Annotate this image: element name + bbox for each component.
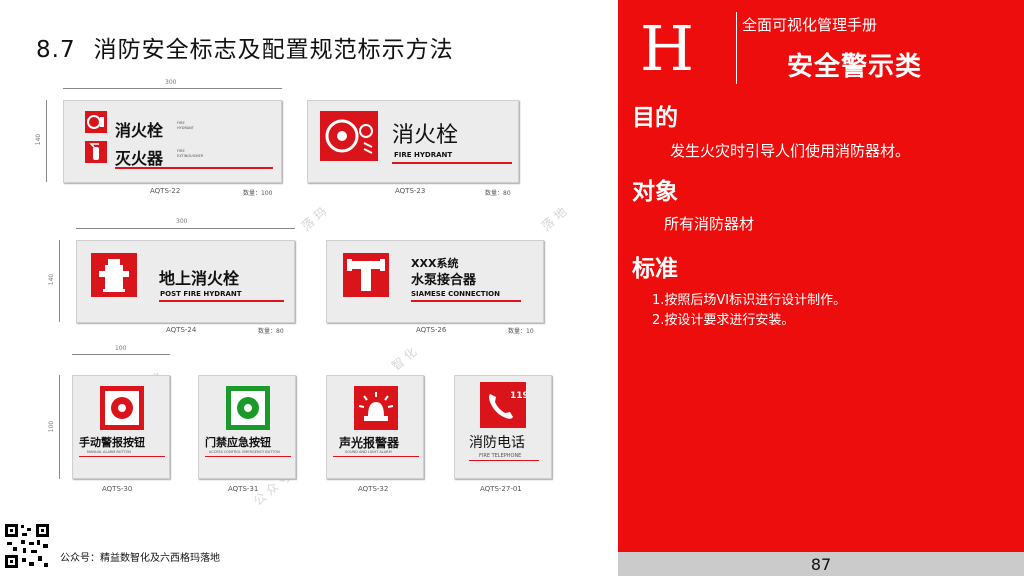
phone-number: 119 xyxy=(510,391,526,401)
hose-reel-icon xyxy=(320,111,378,161)
sign-en-label: SOUND AND LIGHT ALARM xyxy=(345,450,392,454)
sign-en-label: FIRE TELEPHONE xyxy=(479,453,522,459)
dimension-line xyxy=(59,240,60,322)
dimension-line xyxy=(63,88,282,89)
sign-cn-label: 消火栓 xyxy=(392,123,459,148)
sign-cn-label: 声光报警器 xyxy=(339,436,400,450)
sign-code: AQTS-26 xyxy=(416,326,447,334)
sign-en-label: FIRE HYDRANT xyxy=(394,151,453,159)
fire-extinguisher-icon xyxy=(85,141,107,163)
sign-cn-label: 消火栓 xyxy=(115,121,164,140)
sign-aqts-32: 声光报警器 SOUND AND LIGHT ALARM xyxy=(326,375,424,479)
standard-item: 2.按设计要求进行安装。 xyxy=(652,313,795,328)
sign-aqts-26: XXX系统 水泵接合器 SIAMESE CONNECTION xyxy=(326,240,544,323)
sign-en-label: ACCESS CONTROL EMERGENCY BUTTON xyxy=(209,450,280,454)
sign-qty: 数量：100 xyxy=(243,190,273,197)
sign-qty: 数量：10 xyxy=(508,328,534,335)
sign-cn-label: 地上消火栓 xyxy=(159,269,240,288)
sign-code: AQTS-23 xyxy=(395,187,426,195)
section-title: 消防安全标志及配置规范标示方法 xyxy=(93,37,454,63)
alarm-button-icon xyxy=(100,386,144,430)
target-text: 所有消防器材 xyxy=(664,215,755,233)
sign-en-label: SIAMESE CONNECTION xyxy=(411,290,500,298)
target-heading: 对象 xyxy=(632,179,678,205)
standard-heading: 标准 xyxy=(632,256,678,282)
sign-code: AQTS-27-01 xyxy=(480,485,522,493)
sign-aqts-30: 手动警报按钮 MANUAL ALARM BUTTON xyxy=(72,375,170,479)
sign-qty: 数量：80 xyxy=(258,328,284,335)
sign-aqts-31: 门禁应急按钮 ACCESS CONTROL EMERGENCY BUTTON xyxy=(198,375,296,479)
dimension-height: 140 xyxy=(48,273,56,286)
siamese-connection-icon xyxy=(343,253,389,297)
qr-code-icon xyxy=(3,522,51,570)
sign-en-label: POST FIRE HYDRANT xyxy=(160,290,242,298)
right-panel xyxy=(618,0,1024,576)
dimension-width: 300 xyxy=(165,79,177,86)
sign-cn-label: 灭火器 xyxy=(115,149,164,168)
sign-aqts-23: 消火栓 FIRE HYDRANT xyxy=(307,100,519,183)
section-number: 8.7 xyxy=(36,37,76,63)
emergency-button-icon xyxy=(226,386,270,430)
divider xyxy=(736,12,737,84)
sign-code: AQTS-24 xyxy=(166,326,197,334)
dimension-line xyxy=(46,100,47,182)
page-footer-bar: 87 xyxy=(618,552,1024,576)
sign-red-line xyxy=(79,456,165,457)
sign-en-label: FIRE xyxy=(177,121,185,125)
sign-red-line xyxy=(411,300,521,302)
dimension-line xyxy=(72,354,170,355)
dimension-height: 140 xyxy=(35,133,43,146)
dimension-line xyxy=(76,228,295,229)
sign-en-label: MANUAL ALARM BUTTON xyxy=(87,450,131,454)
page-title: 8.7 消防安全标志及配置规范标示方法 xyxy=(36,30,454,64)
dimension-height: 100 xyxy=(48,420,56,433)
sign-code: AQTS-30 xyxy=(102,485,133,493)
sign-cn-label: 门禁应急按钮 xyxy=(205,436,271,449)
sign-en-label: FIRE xyxy=(177,149,185,153)
sign-red-line xyxy=(159,300,284,302)
sign-code: AQTS-22 xyxy=(150,187,181,195)
standard-item: 1.按照后场VI标识进行设计制作。 xyxy=(652,293,847,308)
hose-reel-icon xyxy=(85,111,107,133)
sign-cn-label: 水泵接合器 xyxy=(411,273,477,288)
footer-text: 公众号：精益数智化及六西格玛落地 xyxy=(60,553,220,564)
sign-red-line xyxy=(205,456,291,457)
sign-aqts-24: 地上消火栓 POST FIRE HYDRANT xyxy=(76,240,295,323)
purpose-text: 发生火灾时引导人们使用消防器材。 xyxy=(670,142,911,160)
sign-red-line xyxy=(469,460,539,461)
dimension-line xyxy=(59,375,60,479)
sign-red-line xyxy=(392,162,512,164)
siren-icon xyxy=(354,386,398,430)
fire-hydrant-icon xyxy=(91,253,137,297)
fire-telephone-icon: 119 xyxy=(480,382,526,428)
manual-subtitle: 全面可视化管理手册 xyxy=(742,16,878,34)
sign-aqts-27-01: 119 消防电话 FIRE TELEPHONE xyxy=(454,375,552,479)
sign-red-line xyxy=(333,456,419,457)
page-number: 87 xyxy=(810,555,832,574)
dimension-width: 100 xyxy=(115,345,127,352)
sign-cn-label: 消防电话 xyxy=(469,435,525,451)
sign-en-label: EXTINGUISHER xyxy=(177,154,204,158)
dimension-width: 300 xyxy=(176,218,188,225)
sign-code: AQTS-32 xyxy=(358,485,389,493)
sign-en-label: HYDRANT xyxy=(177,126,194,130)
sign-aqts-22: 消火栓 FIRE HYDRANT 灭火器 FIRE EXTINGUISHER xyxy=(63,100,282,183)
category-title: 安全警示类 xyxy=(787,52,923,82)
chapter-letter: H xyxy=(640,12,695,85)
sign-red-line xyxy=(115,167,273,169)
sign-cn-label: 手动警报按钮 xyxy=(79,436,145,449)
sign-code: AQTS-31 xyxy=(228,485,259,493)
sign-qty: 数量：80 xyxy=(485,190,511,197)
purpose-heading: 目的 xyxy=(632,105,678,131)
